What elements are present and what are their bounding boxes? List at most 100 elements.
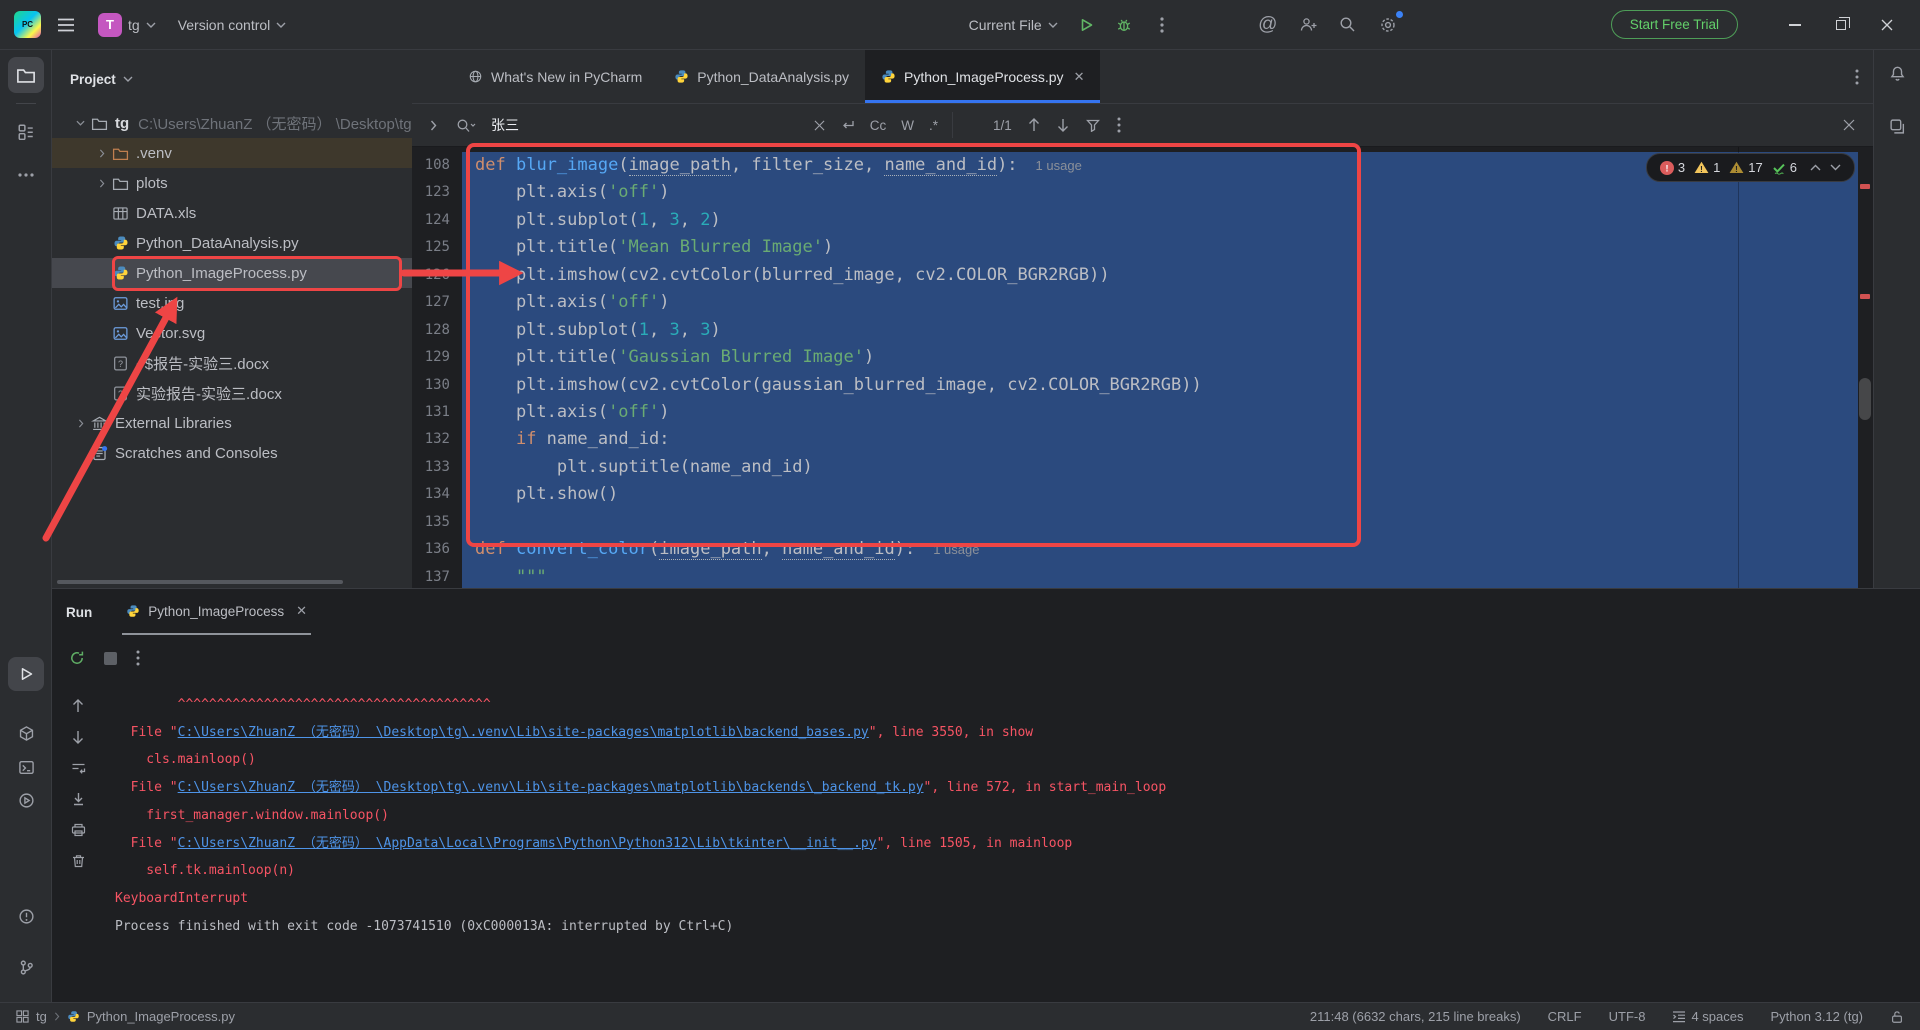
chevron-down-icon[interactable] bbox=[123, 76, 133, 82]
scrollbar-thumb[interactable] bbox=[1859, 378, 1871, 420]
code-line[interactable]: 133 plt.suptitle(name_and_id) bbox=[412, 453, 1873, 482]
ai-assistant-button[interactable]: @ bbox=[1251, 8, 1285, 42]
newline-icon[interactable] bbox=[840, 119, 855, 132]
code-line[interactable]: 137 """ bbox=[412, 563, 1873, 588]
project-widget-icon[interactable] bbox=[16, 1010, 29, 1023]
project-panel-title[interactable]: Project bbox=[70, 72, 116, 87]
tree-chevron-icon[interactable] bbox=[70, 120, 91, 126]
next-problem-icon[interactable] bbox=[1830, 164, 1841, 171]
code-line[interactable]: 129 plt.title('Gaussian Blurred Image') bbox=[412, 344, 1873, 372]
tab-close-icon[interactable]: ✕ bbox=[1074, 69, 1085, 85]
code-with-me-button[interactable] bbox=[1291, 8, 1325, 42]
status-project-name[interactable]: tg bbox=[36, 1009, 47, 1024]
run-configuration-selector[interactable]: Current File bbox=[962, 8, 1065, 42]
stack-trace-link[interactable]: C:\Users\ZhuanZ （无密码） \Desktop\tg\.venv\… bbox=[178, 725, 869, 740]
debug-button[interactable] bbox=[1107, 8, 1141, 42]
previous-occurrence-icon[interactable] bbox=[1028, 118, 1040, 132]
start-free-trial-button[interactable]: Start Free Trial bbox=[1610, 10, 1738, 39]
run-panel-title[interactable]: Run bbox=[66, 605, 92, 620]
stop-icon[interactable] bbox=[104, 651, 117, 665]
run-tool-button[interactable] bbox=[8, 657, 44, 691]
stack-trace-link[interactable]: C:\Users\ZhuanZ （无密码） \AppData\Local\Pro… bbox=[178, 836, 877, 851]
structure-tool-button[interactable] bbox=[8, 114, 44, 150]
tree-item-Scratches and Consoles[interactable]: Scratches and Consoles bbox=[52, 438, 412, 468]
tree-item-tg[interactable]: tg C:\Users\ZhuanZ （无密码） \Desktop\tg bbox=[52, 108, 412, 138]
regex-button[interactable]: .* bbox=[929, 118, 938, 133]
search-history-icon[interactable] bbox=[456, 118, 476, 133]
code-line[interactable]: 135 bbox=[412, 508, 1873, 537]
project-tool-button[interactable] bbox=[7, 57, 44, 93]
soft-wrap-icon[interactable] bbox=[67, 757, 89, 779]
filter-icon[interactable] bbox=[1085, 119, 1100, 132]
vcs-widget[interactable]: Version control bbox=[171, 8, 294, 42]
code-line[interactable]: 136 def convert_color(image_path, name_an… bbox=[412, 536, 1873, 564]
project-selector[interactable]: T tg bbox=[91, 8, 163, 42]
run-button[interactable] bbox=[1069, 8, 1103, 42]
tree-item-~$报告-实验三.docx[interactable]: ? ~$报告-实验三.docx bbox=[52, 348, 412, 378]
main-menu-button[interactable] bbox=[49, 8, 83, 42]
caret-position-widget[interactable]: 211:48 (6632 chars, 215 line breaks) bbox=[1310, 1009, 1521, 1024]
previous-problem-icon[interactable] bbox=[1810, 164, 1821, 171]
tree-item-DATA.xls[interactable]: DATA.xls bbox=[52, 198, 412, 228]
ai-chat-tool-button[interactable] bbox=[1884, 113, 1911, 140]
search-options-icon[interactable] bbox=[1117, 117, 1121, 133]
tab-options-icon[interactable] bbox=[1855, 69, 1859, 85]
tab-python-imageprocess[interactable]: Python_ImageProcess.py ✕ bbox=[865, 50, 1101, 103]
code-line[interactable]: 125 plt.title('Mean Blurred Image') bbox=[412, 234, 1873, 262]
problems-tool-button[interactable] bbox=[8, 899, 44, 933]
tab-whats-new[interactable]: What's New in PyCharm bbox=[452, 50, 658, 103]
unlock-icon[interactable] bbox=[1890, 1010, 1904, 1024]
code-line[interactable]: 123 plt.axis('off') bbox=[412, 179, 1873, 207]
code-line[interactable]: 131 plt.axis('off') bbox=[412, 398, 1873, 427]
status-file-name[interactable]: Python_ImageProcess.py bbox=[87, 1009, 235, 1024]
settings-button[interactable] bbox=[1371, 8, 1405, 42]
error-stripe-mark[interactable] bbox=[1860, 294, 1870, 299]
down-stack-trace-icon[interactable] bbox=[67, 726, 89, 748]
services-tool-button[interactable] bbox=[8, 783, 44, 817]
notifications-tool-button[interactable] bbox=[1884, 60, 1911, 87]
tree-chevron-icon[interactable] bbox=[91, 178, 112, 188]
console-options-icon[interactable] bbox=[136, 650, 140, 666]
error-stripe-scrollbar[interactable] bbox=[1858, 147, 1873, 588]
scroll-to-end-icon[interactable] bbox=[67, 788, 89, 810]
expand-search-icon[interactable] bbox=[422, 120, 444, 131]
search-input[interactable]: 张三 bbox=[491, 115, 519, 135]
up-stack-trace-icon[interactable] bbox=[67, 695, 89, 717]
search-everywhere-button[interactable] bbox=[1331, 8, 1365, 42]
close-button[interactable] bbox=[1864, 5, 1910, 45]
clear-console-icon[interactable] bbox=[67, 850, 89, 872]
tree-item-.venv[interactable]: .venv bbox=[52, 138, 412, 168]
stack-trace-link[interactable]: C:\Users\ZhuanZ （无密码） \Desktop\tg\.venv\… bbox=[178, 780, 924, 795]
code-line[interactable]: 127 plt.axis('off') bbox=[412, 289, 1873, 317]
close-search-icon[interactable] bbox=[1843, 119, 1873, 131]
match-case-button[interactable]: Cc bbox=[870, 118, 887, 133]
code-line[interactable]: 126 plt.imshow(cv2.cvtColor(blurred_imag… bbox=[412, 261, 1873, 290]
run-tab-close-icon[interactable]: ✕ bbox=[296, 603, 307, 619]
next-occurrence-icon[interactable] bbox=[1057, 118, 1069, 132]
run-console-tab[interactable]: Python_ImageProcess ✕ bbox=[122, 589, 311, 635]
python-console-tool-button[interactable] bbox=[8, 750, 44, 784]
version-control-tool-button[interactable] bbox=[8, 950, 44, 984]
encoding-widget[interactable]: UTF-8 bbox=[1609, 1009, 1646, 1024]
tree-item-test.jpg[interactable]: test.jpg bbox=[52, 288, 412, 318]
minimize-button[interactable] bbox=[1772, 5, 1818, 45]
tree-chevron-icon[interactable] bbox=[70, 418, 91, 428]
code-line[interactable]: 128 plt.subplot(1, 3, 3) bbox=[412, 316, 1873, 345]
code-line[interactable]: 130 plt.imshow(cv2.cvtColor(gaussian_blu… bbox=[412, 371, 1873, 399]
restore-button[interactable] bbox=[1818, 5, 1864, 45]
line-separator-widget[interactable]: CRLF bbox=[1548, 1009, 1582, 1024]
more-run-actions-button[interactable] bbox=[1145, 8, 1179, 42]
code-line[interactable]: 124 plt.subplot(1, 3, 2) bbox=[412, 206, 1873, 235]
tree-item-External Libraries[interactable]: External Libraries bbox=[52, 408, 412, 438]
tree-chevron-icon[interactable] bbox=[91, 148, 112, 158]
tree-item-Python_DataAnalysis.py[interactable]: Python_DataAnalysis.py bbox=[52, 228, 412, 258]
rerun-icon[interactable] bbox=[69, 650, 85, 666]
tab-python-dataanalysis[interactable]: Python_DataAnalysis.py bbox=[658, 50, 865, 103]
tree-item-Python_ImageProcess.py[interactable]: Python_ImageProcess.py bbox=[52, 258, 412, 288]
indent-widget[interactable]: 4 spaces bbox=[1672, 1009, 1744, 1024]
code-line[interactable]: 132 if name_and_id: bbox=[412, 426, 1873, 454]
inspections-widget[interactable]: ! 3 ! 1 ! 17 6 bbox=[1645, 153, 1855, 182]
words-button[interactable]: W bbox=[901, 118, 914, 133]
interpreter-widget[interactable]: Python 3.12 (tg) bbox=[1771, 1009, 1864, 1024]
horizontal-scrollbar[interactable] bbox=[57, 580, 343, 584]
